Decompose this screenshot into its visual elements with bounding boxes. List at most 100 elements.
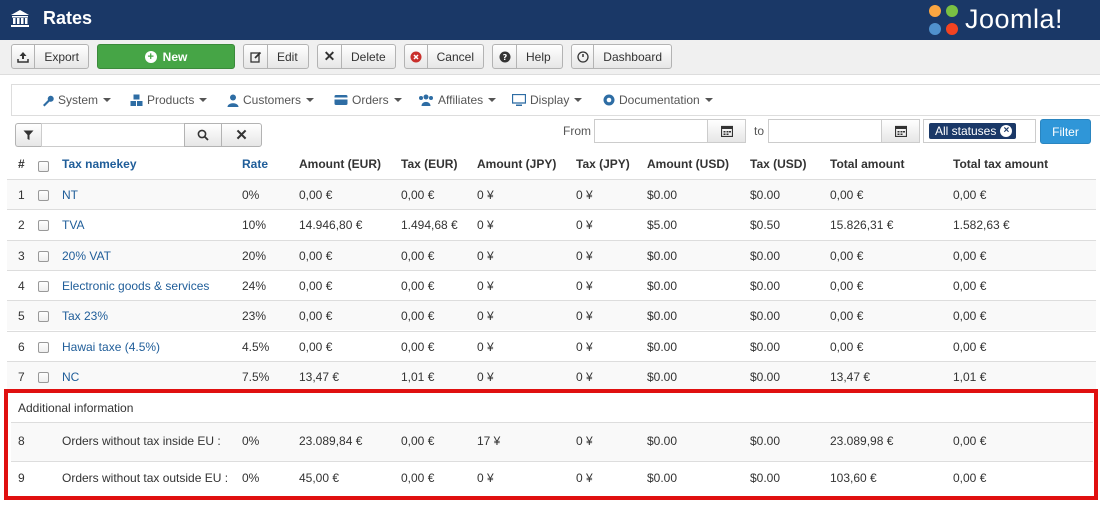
menu-customers[interactable]: Customers — [227, 93, 315, 107]
table-cell: 2 — [18, 218, 25, 233]
table-cell: 0,00 € — [953, 471, 987, 485]
column-header: Total amount — [830, 157, 905, 171]
column-header[interactable]: Tax namekey — [62, 157, 137, 171]
status-filter-select[interactable]: All statuses × — [923, 119, 1036, 143]
remove-chip-icon[interactable]: × — [1000, 125, 1013, 137]
table-cell: 23% — [242, 309, 267, 324]
row-checkbox[interactable] — [38, 250, 49, 262]
table-cell: 1,01 € — [401, 369, 435, 384]
cancel-button[interactable]: Cancel — [404, 44, 484, 69]
help-button[interactable]: ? Help — [492, 44, 563, 69]
row-checkbox[interactable] — [38, 280, 49, 292]
from-calendar-button[interactable] — [707, 119, 746, 143]
life-ring-icon — [603, 94, 615, 106]
table-cell: 0 ¥ — [576, 218, 593, 233]
filter-button[interactable]: Filter — [1040, 119, 1091, 144]
column-header: Total tax amount — [953, 157, 1049, 171]
export-button[interactable]: Export — [11, 44, 89, 69]
tax-namekey-link[interactable]: Hawai taxe (4.5%) — [62, 340, 160, 354]
calendar-icon — [720, 125, 733, 137]
joomla-logo[interactable]: Joomla! — [925, 2, 1095, 36]
row-checkbox[interactable] — [38, 190, 49, 201]
table-cell: 0 ¥ — [477, 471, 494, 485]
table-cell: $0.00 — [647, 339, 678, 354]
table-cell: Orders without tax outside EU : — [62, 471, 229, 485]
row-checkbox[interactable] — [38, 341, 49, 353]
upload-icon — [12, 45, 36, 68]
table-cell: 1.494,68 € — [401, 218, 458, 233]
column-header: # — [18, 157, 25, 171]
new-button[interactable]: + New — [97, 44, 235, 69]
table-cell: 3 — [18, 248, 25, 263]
table-cell: 7 — [18, 369, 25, 384]
menu-system[interactable]: System — [41, 93, 112, 107]
table-cell: 0,00 € — [401, 188, 435, 202]
user-icon — [227, 94, 239, 107]
table-cell: $0.00 — [750, 309, 781, 324]
table-cell: 0% — [242, 471, 260, 485]
tax-namekey-link[interactable]: Tax 23% — [62, 309, 108, 323]
table-cell: 0,00 € — [401, 339, 435, 354]
tax-namekey-link[interactable]: 20% VAT — [62, 249, 111, 263]
table-cell: 0,00 € — [299, 309, 333, 324]
edit-button[interactable]: Edit — [243, 44, 309, 69]
plus-circle-icon: + — [144, 50, 157, 63]
tax-namekey-link[interactable]: NT — [62, 188, 78, 202]
table-cell: $0.00 — [750, 471, 781, 485]
menu-display[interactable]: Display — [512, 93, 583, 107]
table-cell: 1.582,63 € — [953, 218, 1010, 233]
table-cell: 15.826,31 € — [830, 218, 894, 233]
table-cell: 0 ¥ — [576, 339, 593, 354]
menu-orders[interactable]: Orders — [334, 93, 402, 107]
to-date-input[interactable] — [768, 119, 882, 143]
column-header: Amount (EUR) — [299, 157, 381, 171]
chevron-down-icon — [306, 98, 315, 102]
table-cell: 0 ¥ — [477, 248, 494, 263]
table-cell: 0 ¥ — [576, 309, 593, 324]
table-cell: 5 — [18, 309, 25, 324]
wrench-icon — [43, 95, 54, 106]
table-cell: 4 — [18, 278, 25, 293]
table-cell: 0 ¥ — [477, 278, 494, 293]
table-cell: 13,47 € — [299, 369, 340, 384]
column-header[interactable]: Rate — [242, 157, 268, 171]
table-cell: 103,60 € — [830, 471, 877, 485]
main-menu: System Products Customers Orders Affilia… — [11, 84, 1100, 116]
credit-card-icon — [334, 95, 348, 105]
table-cell: $0.00 — [750, 434, 781, 448]
dashboard-button[interactable]: Dashboard — [571, 44, 672, 69]
menu-affiliates[interactable]: Affiliates — [418, 93, 497, 107]
table-row: 2 TVA 10% 14.946,80 € 1.494,68 € 0 ¥ 0 ¥ $5.00 $… — [7, 209, 1096, 239]
column-header: Tax (EUR) — [401, 157, 458, 171]
menu-documentation[interactable]: Documentation — [603, 93, 713, 107]
table-cell: 0,00 € — [299, 188, 333, 202]
status-chip: All statuses × — [929, 123, 1017, 139]
table-cell: 0,00 € — [299, 278, 333, 293]
search-icon — [197, 129, 209, 141]
to-calendar-button[interactable] — [881, 119, 920, 143]
menu-products[interactable]: Products — [130, 93, 208, 107]
column-header: Tax (JPY) — [576, 157, 630, 171]
table-cell: 0 ¥ — [477, 369, 494, 384]
tax-namekey-link[interactable]: TVA — [62, 218, 84, 232]
additional-information-box: Additional information 8 Orders without t… — [4, 389, 1098, 500]
column-header: Amount (USD) — [647, 157, 729, 171]
filter-toggle-button[interactable] — [15, 123, 41, 147]
table-cell: 0 ¥ — [576, 248, 593, 263]
clear-search-button[interactable]: ✕ — [221, 123, 262, 147]
table-cell: 45,00 € — [299, 471, 340, 485]
delete-button[interactable]: ✕ Delete — [317, 44, 396, 69]
chevron-down-icon — [199, 98, 208, 102]
row-checkbox[interactable] — [38, 311, 49, 323]
from-date-input[interactable] — [594, 119, 708, 143]
select-all-checkbox[interactable] — [38, 161, 49, 172]
row-checkbox[interactable] — [38, 220, 49, 232]
search-input[interactable] — [41, 123, 185, 147]
row-checkbox[interactable] — [38, 371, 49, 383]
help-icon: ? — [493, 45, 517, 68]
tax-namekey-link[interactable]: NC — [62, 370, 79, 384]
tax-namekey-link[interactable]: Electronic goods & services — [62, 279, 209, 293]
table-row: 6 Hawai taxe (4.5%) 4.5% 0,00 € 0,00 € 0 ¥ 0 ¥… — [7, 330, 1096, 361]
column-header: Tax (USD) — [750, 157, 807, 171]
search-button[interactable] — [184, 123, 222, 147]
